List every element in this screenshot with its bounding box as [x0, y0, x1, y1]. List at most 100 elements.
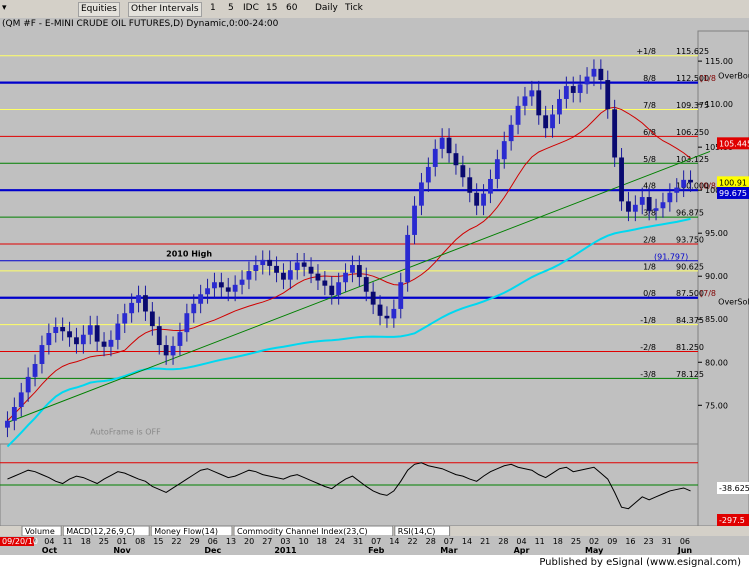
publisher-text: Published by eSignal (www.esignal.com): [539, 557, 741, 568]
murrey-level-value: 93.750: [676, 235, 704, 244]
price-bar: [39, 345, 45, 364]
price-bar: [322, 280, 328, 286]
y-tick-label: 110.00: [705, 100, 733, 109]
chart-annotation: OverBought (Frame: 64): [718, 71, 749, 80]
x-month-label: Feb: [368, 546, 385, 555]
price-bar: [584, 76, 590, 85]
x-month-label: Oct: [42, 546, 58, 555]
price-bar: [363, 277, 369, 292]
price-bar: [46, 333, 52, 346]
price-bar: [619, 157, 624, 202]
price-bar: [11, 407, 17, 421]
indicator-tab-label: RSI(14,C): [398, 527, 436, 536]
x-tick-label: 22: [407, 537, 417, 546]
price-bar: [253, 265, 259, 272]
price-bar: [626, 201, 631, 212]
x-tick-label: 10: [299, 537, 309, 546]
x-tick-label: 29: [190, 537, 200, 546]
x-month-label: Nov: [113, 546, 131, 555]
x-tick-label: 14: [389, 537, 399, 546]
price-bar: [536, 90, 542, 116]
price-bar: [94, 325, 100, 342]
price-bar: [246, 271, 252, 280]
price-bar: [177, 332, 183, 346]
price-bar: [481, 193, 486, 206]
x-tick-label: 03: [280, 537, 290, 546]
price-bar: [336, 282, 342, 296]
price-bar: [184, 313, 190, 333]
price-bar: [591, 68, 597, 77]
murrey-level-label: 1/8: [643, 262, 656, 271]
y-tick-label: 75.00: [705, 401, 728, 410]
x-tick-label: 08: [135, 537, 145, 546]
y-tick-label: 115.00: [705, 57, 733, 66]
price-bar: [80, 334, 86, 345]
price-bar: [384, 315, 390, 319]
x-tick-label: 25: [99, 537, 109, 546]
price-bar: [67, 331, 72, 338]
x-tick-label: 06: [680, 537, 690, 546]
price-bar: [25, 376, 31, 393]
price-bar: [267, 259, 273, 266]
price-bar: [488, 178, 493, 194]
price-bar: [522, 96, 528, 106]
x-month-label: Jun: [677, 546, 693, 555]
x-tick-label: 14: [462, 537, 472, 546]
indicator-tab-label: Money Flow(14): [154, 527, 218, 536]
price-bar: [681, 179, 687, 188]
price-bar: [453, 153, 459, 166]
price-bar: [239, 279, 245, 285]
x-tick-label: 07: [444, 537, 454, 546]
y-tick-label: 90.00: [705, 272, 728, 281]
price-bar: [212, 282, 217, 289]
murrey-level-label: 8/8: [643, 74, 656, 83]
x-tick-label: 15: [153, 537, 163, 546]
rsi-tag-label: -38.625: [719, 484, 749, 493]
price-bar: [218, 282, 224, 288]
murrey-level-value: 90.625: [676, 262, 704, 271]
price-bar: [639, 197, 645, 205]
x-month-label: May: [585, 546, 604, 555]
murrey-level-value: 78.125: [676, 370, 704, 379]
chart-annotation: 2010 High: [166, 249, 212, 258]
murrey-level-label: -2/8: [640, 343, 656, 352]
price-bar: [350, 265, 355, 273]
x-tick-label: 21: [480, 537, 490, 546]
price-bar: [674, 187, 680, 193]
price-bar: [315, 273, 321, 281]
murrey-level-label: 5/8: [643, 155, 656, 164]
murrey-level-label: 0/8: [643, 289, 656, 298]
x-tick-label: 13: [226, 537, 236, 546]
price-bar: [343, 272, 348, 283]
price-bar: [108, 339, 114, 347]
rsi-tag-label: -297.5: [719, 516, 745, 525]
x-month-label: Mar: [440, 546, 457, 555]
x-tick-label: 01: [117, 537, 127, 546]
price-bar: [87, 325, 93, 335]
price-bar: [425, 166, 431, 183]
price-bar: [577, 84, 583, 93]
x-tick-label: 11: [62, 537, 72, 546]
price-bar: [129, 302, 135, 314]
indicator-tab-label: Commodity Channel Index(23,C): [237, 527, 368, 536]
price-bar: [74, 337, 79, 345]
price-bar: [18, 392, 24, 408]
chart-canvas: +1/8 115.6258/8 112.500[1/87/8 109.3756/8 10…: [0, 30, 749, 555]
price-bar: [412, 205, 417, 235]
x-tick-label: 18: [317, 537, 327, 546]
murrey-level-value: 115.625: [676, 47, 709, 56]
price-bar: [294, 262, 300, 271]
x-tick-label: 28: [426, 537, 436, 546]
price-bar: [5, 420, 10, 428]
x-tick-label: 11: [535, 537, 545, 546]
x-tick-label: 04: [516, 537, 526, 546]
price-bar: [494, 159, 500, 179]
indicator-tab-label: Volume: [25, 527, 55, 536]
x-tick-label: 27: [262, 537, 272, 546]
y-tick-label: 80.00: [705, 358, 728, 367]
price-bar: [122, 313, 128, 324]
chart-window: ▾ Equities Other Intervals 1 5 IDC 15 60…: [0, 0, 749, 570]
price-bar: [53, 326, 59, 334]
price-bar: [550, 114, 555, 129]
price-bar: [446, 137, 452, 154]
